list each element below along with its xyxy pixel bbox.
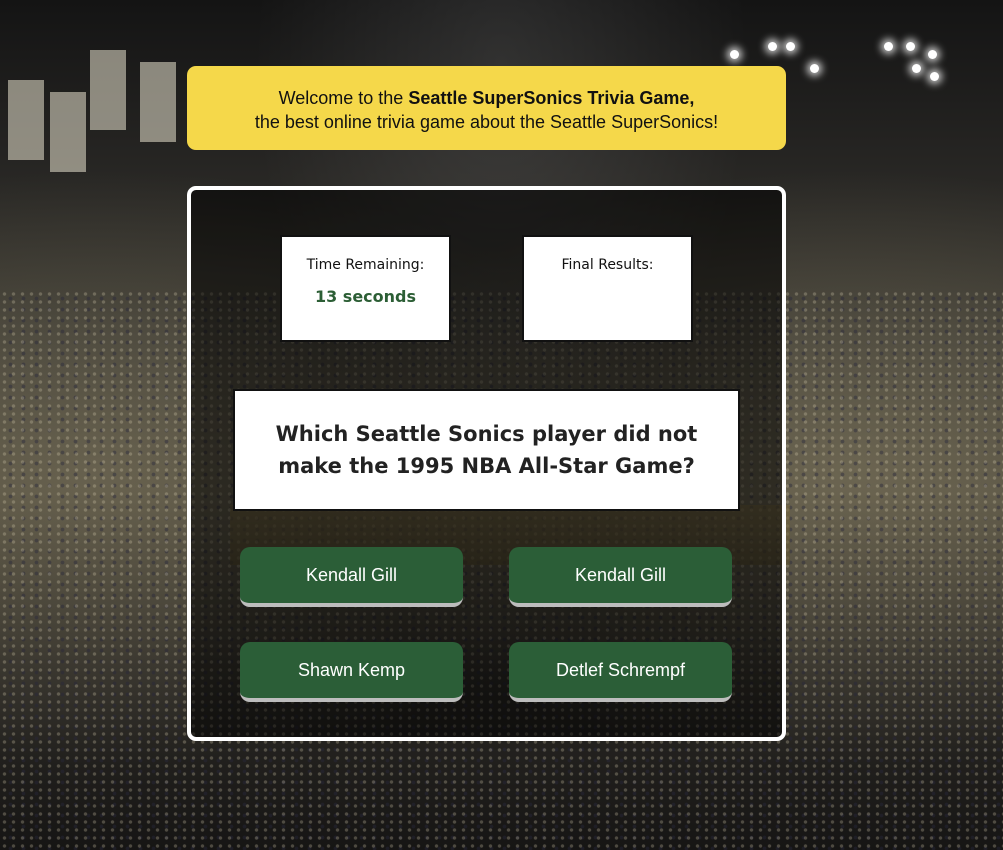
banner-decoration (140, 62, 176, 142)
answer-label: Kendall Gill (305, 564, 398, 585)
arena-light (730, 50, 739, 59)
arena-light (912, 64, 921, 73)
question-text: Which Seattle Sonics player did not make… (275, 422, 698, 478)
arena-light (810, 64, 819, 73)
welcome-line-1: Welcome to the Seattle SuperSonics Trivi… (187, 86, 786, 110)
arena-light (930, 72, 939, 81)
game-name: Seattle SuperSonics Trivia Game, (408, 88, 695, 108)
timer-box: Time Remaining: 13 seconds (280, 235, 451, 342)
timer-value: 13 seconds (314, 287, 417, 306)
answer-button-1[interactable]: Kendall Gill (240, 547, 463, 607)
results-label: Final Results: (561, 257, 654, 273)
arena-light (928, 50, 937, 59)
arena-light (786, 42, 795, 51)
answer-label: Shawn Kemp (297, 659, 406, 680)
timer-label: Time Remaining: (306, 257, 425, 273)
answer-label: Detlef Schrempf (555, 659, 686, 680)
arena-light (884, 42, 893, 51)
results-box: Final Results: (522, 235, 693, 342)
banner-decoration (90, 50, 126, 130)
welcome-banner: Welcome to the Seattle SuperSonics Trivi… (187, 66, 786, 150)
answer-label: Kendall Gill (574, 564, 667, 585)
arena-light (768, 42, 777, 51)
question-box: Which Seattle Sonics player did not make… (233, 389, 740, 511)
welcome-prefix: Welcome to the (278, 88, 404, 108)
banner-decoration (8, 80, 44, 160)
arena-light (906, 42, 915, 51)
banner-decoration (50, 92, 86, 172)
answer-button-2[interactable]: Kendall Gill (509, 547, 732, 607)
answer-button-4[interactable]: Detlef Schrempf (509, 642, 732, 702)
welcome-line-2: the best online trivia game about the Se… (254, 112, 719, 132)
answer-button-3[interactable]: Shawn Kemp (240, 642, 463, 702)
